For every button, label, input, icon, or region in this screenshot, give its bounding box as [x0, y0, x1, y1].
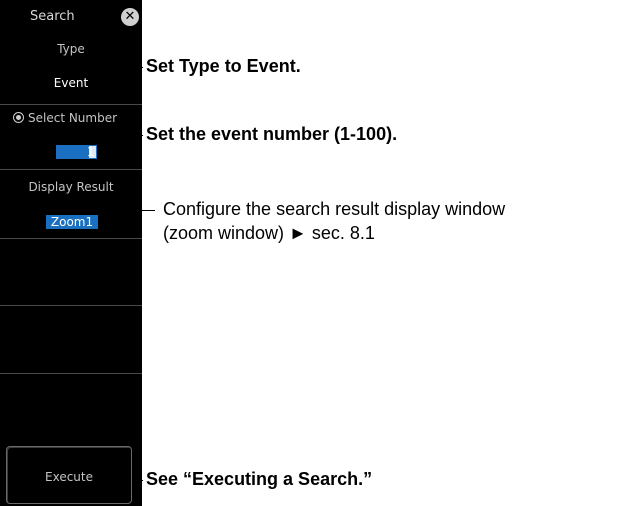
empty-softkey-2 — [0, 306, 142, 374]
type-label: Type — [57, 42, 85, 56]
event-number-field[interactable]: 1 — [56, 145, 97, 159]
empty-softkey-3 — [0, 374, 142, 442]
panel-header: Search ✕ — [0, 0, 142, 28]
type-callout: Set Type to Event. — [146, 56, 301, 76]
select-number-label-wrap: Select Number — [13, 111, 117, 125]
execute-label: Execute — [45, 470, 93, 484]
type-softkey[interactable]: Type Event — [0, 28, 142, 105]
display-result-label: Display Result — [28, 180, 114, 194]
display-result-leader-line — [133, 210, 155, 211]
execute-callout: See “Executing a Search.” — [146, 469, 373, 489]
display-result-callout-line1: Configure the search result display wind… — [163, 199, 506, 219]
search-menu-panel: Search ✕ Type Event Select Number 1 Disp… — [0, 0, 142, 506]
select-number-softkey[interactable]: Select Number — [0, 105, 142, 170]
select-number-callout: Set the event number (1-100). — [146, 124, 398, 144]
execute-button[interactable]: Execute — [6, 446, 132, 504]
panel-title: Search — [30, 9, 75, 24]
select-number-label: Select Number — [28, 111, 118, 125]
event-number-value: 1 — [86, 145, 94, 159]
select-number-leader-line — [133, 135, 143, 136]
type-leader-line — [133, 67, 143, 68]
close-icon[interactable]: ✕ — [121, 8, 139, 26]
empty-softkey-1 — [0, 239, 142, 306]
execute-leader-line — [133, 480, 143, 481]
display-result-value[interactable]: Zoom1 — [46, 215, 98, 229]
radio-selected-icon — [13, 112, 24, 123]
display-result-callout-line2: (zoom window) ► sec. 8.1 — [163, 223, 375, 243]
type-value: Event — [53, 76, 89, 90]
